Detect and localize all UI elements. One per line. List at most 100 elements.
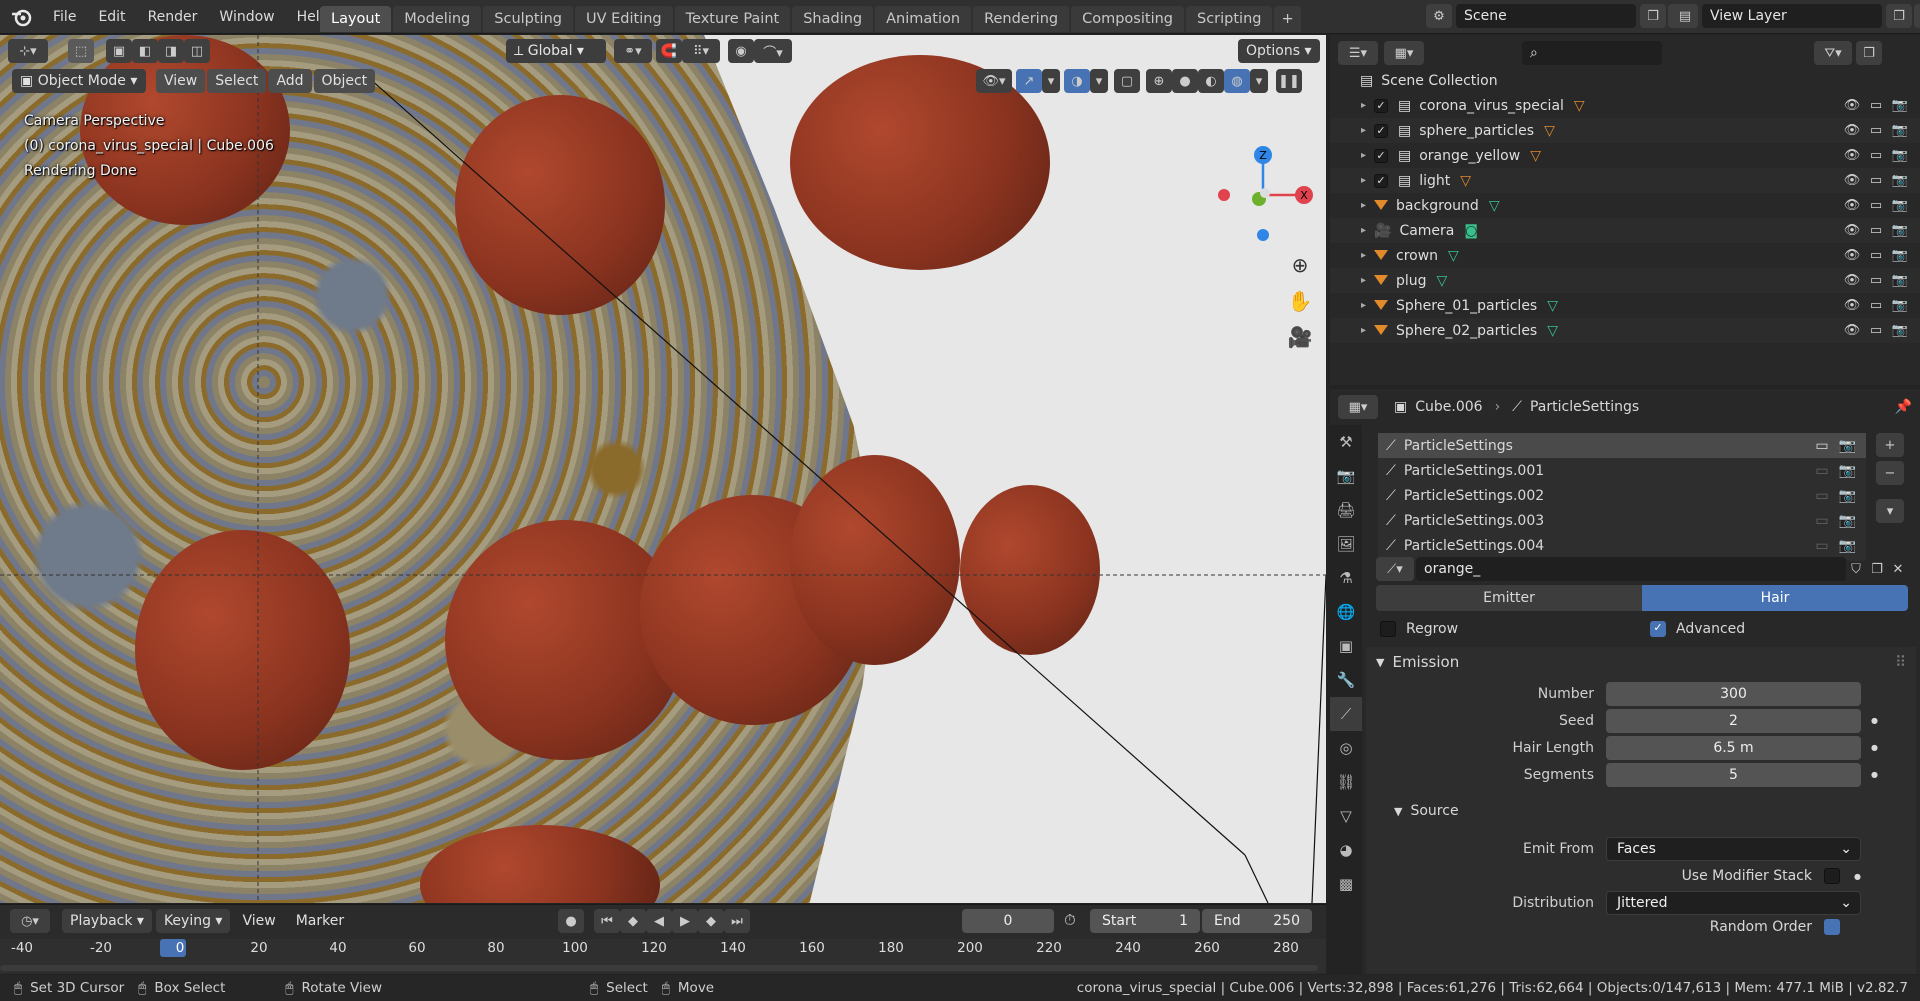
constraints-tab-icon[interactable]: ⛓ <box>1330 765 1362 799</box>
eye-icon[interactable]: 👁 <box>1840 323 1864 338</box>
emit-from-select[interactable]: Faces ⌄ <box>1606 837 1861 861</box>
eye-icon[interactable]: 👁 <box>1840 273 1864 288</box>
tab-scripting[interactable]: Scripting <box>1186 6 1273 32</box>
overlay-toggle-icon[interactable]: ◑ <box>1064 69 1090 93</box>
viewport-disable-icon[interactable]: ▭ <box>1864 173 1888 188</box>
settings-browse-icon[interactable]: ⟋▾ <box>1376 557 1414 581</box>
expand-arrow-icon[interactable]: ▸ <box>1352 250 1374 261</box>
show-viewport-icon[interactable]: ▭ <box>1815 438 1828 454</box>
show-render-icon[interactable]: 📷 <box>1839 538 1856 554</box>
particle-system-item[interactable]: ⟋ ParticleSettings ▭ 📷 <box>1378 433 1866 458</box>
stopwatch-icon[interactable]: ⏱ <box>1064 911 1076 929</box>
view-layer-tab-icon[interactable]: 🖼 <box>1330 527 1362 561</box>
particles-tab-icon[interactable]: ⟋ <box>1330 697 1362 731</box>
wireframe-shading-icon[interactable]: ⊕ <box>1146 69 1172 93</box>
data-icon[interactable]: ▽ <box>1448 248 1459 264</box>
outliner-item-sphere-01-particles[interactable]: ▸ Sphere_01_particles ▽ 👁 ▭ 📷 <box>1330 293 1920 318</box>
duplicate-settings-icon[interactable]: ❐ <box>1866 557 1888 581</box>
mode-select[interactable]: ▣ Object Mode ▾ <box>12 69 146 93</box>
distribution-select[interactable]: Jittered ⌄ <box>1606 891 1861 915</box>
eye-icon[interactable]: 👁 <box>1840 298 1864 313</box>
rendered-shading-icon[interactable]: ◍ <box>1224 69 1250 93</box>
unlink-settings-icon[interactable]: ✕ <box>1888 557 1908 581</box>
pan-hand-icon[interactable]: ✋ <box>1283 283 1317 319</box>
render-disable-icon[interactable]: 📷 <box>1888 223 1912 238</box>
navigation-gizmo[interactable]: Z X <box>1205 107 1315 247</box>
viewport-disable-icon[interactable]: ▭ <box>1864 98 1888 113</box>
select-subtract-icon[interactable]: ◨ <box>158 39 184 63</box>
scene-collection-row[interactable]: ▤ Scene Collection <box>1330 68 1920 93</box>
timeline-scrollbar[interactable] <box>0 965 1318 971</box>
tab-compositing[interactable]: Compositing <box>1071 6 1184 32</box>
expand-arrow-icon[interactable]: ▸ <box>1352 325 1374 336</box>
tab-layout[interactable]: Layout <box>320 6 392 32</box>
data-icon[interactable]: ▽ <box>1489 198 1500 214</box>
hair-option[interactable]: Hair <box>1642 585 1908 611</box>
data-icon[interactable]: ◙ <box>1464 223 1478 239</box>
menu-render[interactable]: Render <box>137 0 209 34</box>
particle-system-item[interactable]: ⟋ ParticleSettings.004 ▭ 📷 <box>1378 533 1866 558</box>
use-modifier-stack-check[interactable] <box>1824 868 1840 884</box>
solid-shading-icon[interactable]: ● <box>1172 69 1198 93</box>
keyframe-dot-icon[interactable]: ● <box>1871 770 1878 779</box>
timeline-marker-menu[interactable]: Marker <box>288 909 352 933</box>
render-disable-icon[interactable]: 📷 <box>1888 198 1912 213</box>
editor-type-icon[interactable]: ⊹▾ <box>8 39 48 63</box>
expand-arrow-icon[interactable]: ▸ <box>1352 100 1374 111</box>
show-viewport-icon[interactable]: ▭ <box>1815 538 1828 554</box>
tab-texture-paint[interactable]: Texture Paint <box>674 6 791 32</box>
data-tab-icon[interactable]: ▽ <box>1330 799 1362 833</box>
data-icon[interactable]: ▽ <box>1460 173 1471 189</box>
viewport-disable-icon[interactable]: ▭ <box>1864 198 1888 213</box>
remove-particle-system-icon[interactable]: − <box>1876 461 1904 485</box>
viewport-disable-icon[interactable]: ▭ <box>1864 148 1888 163</box>
timeline-ruler[interactable]: -40 -20 0 20 40 60 80 100 120 140 160 180 200 220 240 2… <box>0 939 1326 973</box>
3d-viewport[interactable]: ⊹▾ ⬚ ▣ ◧ ◨ ◫ ⟂ Global ▾ ⚭▾ 🧲 ⠿▾ ◉ ⌒▾ Opt… <box>0 35 1326 903</box>
keyframe-dot-icon[interactable]: ● <box>1871 716 1878 725</box>
viewport-disable-icon[interactable]: ▭ <box>1864 323 1888 338</box>
advanced-checkbox[interactable]: ✓ Advanced <box>1650 621 1745 637</box>
material-shading-icon[interactable]: ◐ <box>1198 69 1224 93</box>
jump-start-icon[interactable]: ⏮ <box>594 909 620 933</box>
exclude-checkbox-icon[interactable]: ✓ <box>1374 148 1388 163</box>
fake-user-icon[interactable]: ⛉ <box>1846 557 1866 581</box>
particle-system-item[interactable]: ⟋ ParticleSettings.001 ▭ 📷 <box>1378 458 1866 483</box>
list-menu-icon[interactable]: ▾ <box>1876 499 1904 523</box>
pause-render-icon[interactable]: ❚❚ <box>1276 69 1302 93</box>
tab-sculpting[interactable]: Sculpting <box>483 6 573 32</box>
select-tool-icon[interactable]: ⬚ <box>68 39 94 63</box>
expand-arrow-icon[interactable]: ▸ <box>1352 150 1374 161</box>
blender-logo-icon[interactable] <box>10 7 32 27</box>
eye-icon[interactable]: 👁 <box>1840 148 1864 163</box>
eye-icon[interactable]: 👁 <box>1840 198 1864 213</box>
start-frame-field[interactable]: Start 1 <box>1090 909 1200 933</box>
select-box-mode-icon[interactable]: ▣ <box>106 39 132 63</box>
tab-modeling[interactable]: Modeling <box>393 6 482 32</box>
next-keyframe-icon[interactable]: ◆ <box>698 909 724 933</box>
timeline-editor-type-icon[interactable]: ◷▾ <box>10 909 50 933</box>
outliner-item-sphere-02-particles[interactable]: ▸ Sphere_02_particles ▽ 👁 ▭ 📷 <box>1330 318 1920 343</box>
data-icon[interactable]: ▽ <box>1544 123 1555 139</box>
playback-menu[interactable]: Playback ▾ <box>62 909 152 933</box>
shading-menu-icon[interactable]: ▾ <box>1250 69 1268 93</box>
object-tab-icon[interactable]: ▣ <box>1330 629 1362 663</box>
emitter-option[interactable]: Emitter <box>1376 585 1642 611</box>
view-layer-field[interactable]: View Layer <box>1702 4 1882 28</box>
render-disable-icon[interactable]: 📷 <box>1888 273 1912 288</box>
expand-arrow-icon[interactable]: ▸ <box>1352 275 1374 286</box>
data-icon[interactable]: ▽ <box>1547 323 1558 339</box>
expand-arrow-icon[interactable]: ▸ <box>1352 175 1374 186</box>
show-viewport-icon[interactable]: ▭ <box>1815 463 1828 479</box>
transform-orientation-select[interactable]: ⟂ Global ▾ <box>506 39 606 63</box>
xray-icon[interactable]: ▢ <box>1114 69 1140 93</box>
outliner-item-sphere-particles[interactable]: ▸ ✓ ▤ sphere_particles ▽ 👁 ▭ 📷 <box>1330 118 1920 143</box>
properties-editor-type-icon[interactable]: ▦▾ <box>1338 395 1378 419</box>
outliner-item-light[interactable]: ▸ ✓ ▤ light ▽ 👁 ▭ 📷 <box>1330 168 1920 193</box>
add-particle-system-icon[interactable]: + <box>1876 433 1904 457</box>
eye-icon[interactable]: 👁 <box>1840 248 1864 263</box>
record-icon[interactable]: ● <box>558 909 584 933</box>
new-collection-icon[interactable]: ❐ <box>1856 41 1882 65</box>
viewport-disable-icon[interactable]: ▭ <box>1864 123 1888 138</box>
viewport-disable-icon[interactable]: ▭ <box>1864 248 1888 263</box>
advanced-check-icon[interactable]: ✓ <box>1650 621 1666 637</box>
